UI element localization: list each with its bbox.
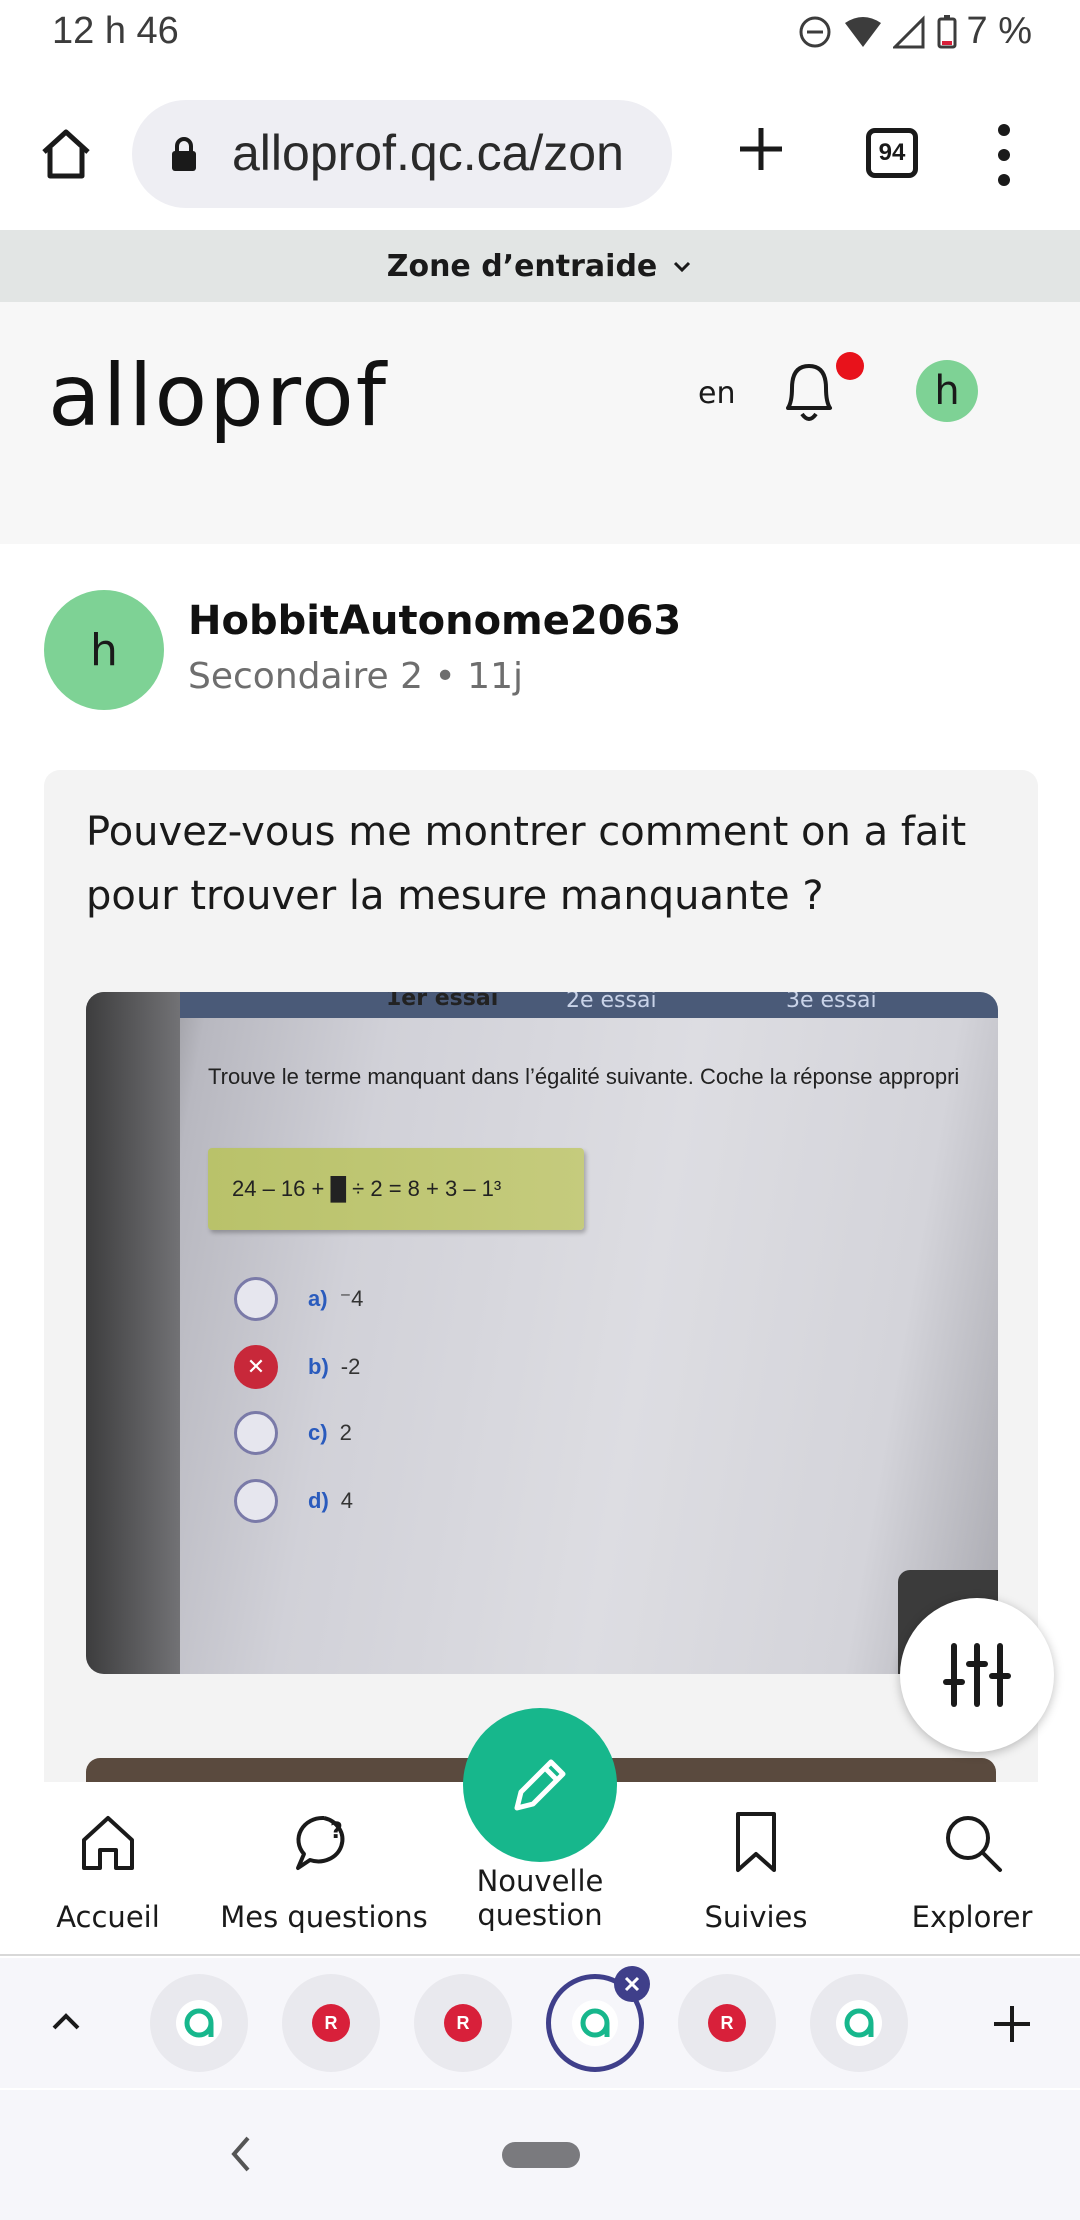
signal-icon: [892, 14, 925, 48]
question-card: Pouvez-vous me montrer comment on a fait…: [44, 770, 1038, 1810]
r-favicon-icon: R: [444, 2004, 482, 2042]
wrong-answer-icon: ✕: [234, 1345, 278, 1389]
radio-empty-icon: [234, 1479, 278, 1523]
sliders-icon: [943, 1643, 1011, 1707]
option-value: ⁻4: [339, 1286, 364, 1311]
question-text: Pouvez-vous me montrer comment on a fait…: [86, 809, 967, 919]
author-meta: Secondaire 2 • 11j: [188, 656, 523, 697]
status-time: 12 h 46: [52, 10, 179, 52]
option-letter: c): [308, 1420, 328, 1445]
option-letter: d): [308, 1488, 329, 1513]
alloprof-favicon-icon: [176, 2000, 222, 2046]
nav-label: Explorer: [911, 1900, 1033, 1934]
add-tab-icon[interactable]: [990, 2002, 1034, 2046]
filter-button[interactable]: [900, 1598, 1054, 1752]
bookmark-icon: [736, 1812, 776, 1872]
lock-icon: [172, 137, 196, 171]
new-question-button[interactable]: [463, 1708, 617, 1862]
battery-icon: [937, 14, 957, 48]
notification-bell-icon[interactable]: [774, 352, 844, 428]
alloprof-logo[interactable]: alloprof: [48, 346, 388, 446]
option-d: d) 4: [234, 1478, 353, 1524]
tab-item[interactable]: R: [282, 1974, 380, 2072]
post-author: h HobbitAutonome2063 Secondaire 2 • 11j: [44, 590, 1044, 710]
system-navigation: [0, 2090, 1080, 2220]
photo-tab-1: 1er essai: [386, 992, 499, 1011]
radio-empty-icon: [234, 1277, 278, 1321]
more-options-icon[interactable]: [992, 120, 1016, 190]
option-a: a) ⁻4: [234, 1276, 363, 1322]
option-value: 2: [339, 1420, 352, 1445]
browser-tab-strip: R R R: [0, 1958, 1080, 2088]
svg-text:?: ?: [330, 1819, 343, 1844]
notification-badge: [836, 352, 864, 380]
option-value: 4: [340, 1488, 354, 1513]
search-icon: [946, 1816, 1002, 1872]
r-favicon-icon: R: [312, 2004, 350, 2042]
author-avatar[interactable]: h: [44, 590, 164, 710]
photo-tab-3: 3e essai: [786, 992, 877, 1013]
browser-home-icon[interactable]: [36, 124, 96, 184]
radio-empty-icon: [234, 1411, 278, 1455]
close-icon[interactable]: [614, 1966, 650, 2002]
question-bubble-icon: ?: [296, 1815, 345, 1870]
alloprof-favicon-icon: [836, 2000, 882, 2046]
chevron-down-icon: [674, 261, 691, 273]
tab-item[interactable]: R: [414, 1974, 512, 2072]
photo-equation: 24 – 16 + █ ÷ 2 = 8 + 3 – 1³: [208, 1148, 584, 1230]
wifi-icon: [844, 16, 881, 47]
photo-tab-2: 2e essai: [566, 992, 657, 1013]
nav-label: Mes questions: [220, 1900, 428, 1934]
option-value: -2: [340, 1354, 361, 1379]
option-letter: b): [308, 1354, 329, 1379]
zone-selector[interactable]: Zone d’entraide: [0, 230, 1080, 302]
option-c: c) 2: [234, 1410, 352, 1456]
address-bar[interactable]: alloprof.qc.ca/zon: [132, 100, 672, 208]
home-gesture-bar[interactable]: [502, 2142, 580, 2168]
nav-explore[interactable]: Explorer: [864, 1782, 1080, 1956]
status-bar: 12 h 46 7 %: [0, 0, 1080, 68]
chevron-up-icon[interactable]: [48, 2004, 84, 2040]
pencil-icon: [514, 1759, 566, 1811]
nav-followed[interactable]: Suivies: [648, 1782, 864, 1956]
new-tab-icon[interactable]: [736, 124, 786, 174]
question-photo[interactable]: 1er essai 2e essai 3e essai Trouve le te…: [86, 992, 998, 1674]
r-favicon-icon: R: [708, 2004, 746, 2042]
nav-my-questions[interactable]: ? Mes questions: [216, 1782, 432, 1956]
browser-toolbar: alloprof.qc.ca/zon 94: [0, 80, 1080, 230]
tab-item[interactable]: R: [678, 1974, 776, 2072]
user-avatar[interactable]: h: [916, 360, 978, 422]
language-toggle[interactable]: en: [698, 376, 735, 411]
battery-level: 7 %: [966, 10, 1032, 52]
alloprof-favicon-icon: [572, 2000, 618, 2046]
url-text: alloprof.qc.ca/zon: [232, 125, 624, 181]
page: 12 h 46 7 % alloprof.qc.ca/zon 94 Zone d…: [0, 0, 1080, 2220]
tab-item[interactable]: [150, 1974, 248, 2072]
home-icon: [82, 1816, 134, 1870]
photo-shadow: [86, 992, 180, 1674]
site-header: alloprof en h: [0, 302, 1080, 544]
option-letter: a): [308, 1286, 328, 1311]
tab-switcher-button[interactable]: 94: [866, 128, 918, 178]
option-b: ✕ b) -2: [234, 1344, 360, 1390]
tab-item[interactable]: [810, 1974, 908, 2072]
nav-label: Suivies: [704, 1900, 808, 1934]
zone-label: Zone d’entraide: [386, 248, 658, 284]
nav-home[interactable]: Accueil: [0, 1782, 216, 1956]
status-icons: 7 %: [797, 10, 1032, 53]
author-name[interactable]: HobbitAutonome2063: [188, 598, 681, 644]
nav-label: Accueil: [56, 1900, 160, 1934]
back-icon[interactable]: [226, 2132, 256, 2176]
photo-instruction: Trouve le terme manquant dans l’égalité …: [208, 1064, 960, 1089]
new-question-label[interactable]: Nouvelle question: [432, 1864, 648, 1932]
do-not-disturb-icon: [799, 16, 831, 47]
